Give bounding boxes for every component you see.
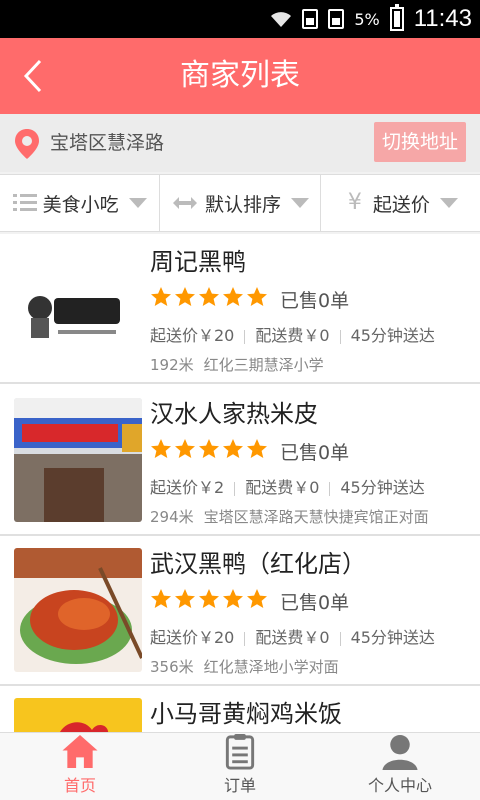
wifi-icon — [270, 10, 292, 28]
star-icon — [151, 439, 171, 458]
sim-card-icon — [328, 9, 345, 29]
yen-icon: ¥ — [347, 190, 362, 215]
caret-down-icon — [128, 198, 147, 208]
home-icon — [62, 734, 98, 769]
merchant-thumbnail — [14, 246, 142, 370]
star-icon — [223, 439, 243, 458]
sim-card-icon — [302, 9, 319, 29]
rating-stars — [150, 588, 268, 612]
min-order: 起送价￥2 — [150, 478, 225, 497]
delivery-time: 45分钟送达 — [350, 326, 435, 345]
swap-arrows-icon — [172, 197, 197, 209]
min-order: 起送价￥20 — [150, 326, 235, 345]
tab-home-label: 首页 — [63, 776, 96, 795]
delivery-info: 起送价￥20 配送费￥0 45分钟送达 — [150, 624, 435, 648]
status-bar: 5% 11:43 — [0, 0, 480, 38]
merchant-item[interactable]: 周记黑鸭 已售0单 起送价￥20 配送费￥0 45分钟送达 192米 红化三期慧泽小学 — [0, 234, 480, 384]
caret-down-icon — [439, 198, 458, 208]
merchant-name: 汉水人家热米皮 — [150, 400, 318, 428]
star-icon — [175, 287, 195, 306]
star-icon — [151, 287, 171, 306]
sold-count: 已售0单 — [280, 442, 350, 464]
bottom-nav: 首页 订单 个人中心 — [0, 732, 480, 800]
sold-count: 已售0单 — [280, 290, 350, 312]
delivery-fee: 配送费￥0 — [255, 326, 330, 345]
filter-category-label: 美食小吃 — [42, 193, 119, 216]
filter-min-price-label: 起送价 — [372, 193, 430, 216]
sold-count: 已售0单 — [280, 592, 350, 614]
battery-percent: 5% — [354, 9, 380, 29]
list-icon — [12, 194, 37, 211]
merchant-list[interactable]: 周记黑鸭 已售0单 起送价￥20 配送费￥0 45分钟送达 192米 红化三期慧泽小学… — [0, 234, 480, 732]
merchant-address: 356米 红化慧泽地小学对面 — [150, 656, 339, 677]
filter-sort[interactable]: 默认排序 — [160, 175, 321, 231]
star-icon — [247, 287, 267, 306]
filter-bar: 美食小吃 默认排序 ¥ 起送价 — [0, 174, 480, 232]
filter-category[interactable]: 美食小吃 — [0, 175, 161, 231]
star-icon — [175, 589, 195, 608]
delivery-fee: 配送费￥0 — [245, 478, 320, 497]
clock: 11:43 — [413, 5, 472, 32]
star-icon — [223, 589, 243, 608]
delivery-info: 起送价￥2 配送费￥0 45分钟送达 — [150, 474, 425, 498]
merchant-item[interactable]: 汉水人家热米皮 已售0单 起送价￥2 配送费￥0 45分钟送达 294米 宝塔区慧泽路… — [0, 384, 480, 536]
tab-orders-label: 订单 — [223, 776, 256, 795]
distance: 356米 — [150, 658, 194, 676]
merchant-item[interactable]: 小马哥黄焖鸡米饭 — [0, 686, 480, 732]
caret-down-icon — [291, 198, 309, 208]
merchant-thumbnail — [14, 398, 142, 522]
star-icon — [199, 589, 219, 608]
rating-stars — [150, 438, 268, 462]
star-icon — [223, 287, 243, 306]
star-icon — [247, 589, 267, 608]
user-icon — [382, 734, 418, 770]
merchant-name: 武汉黑鸭（红化店） — [150, 550, 366, 578]
current-address: 宝塔区慧泽路 — [50, 132, 165, 154]
address-text: 红化慧泽地小学对面 — [203, 658, 339, 676]
address-text: 红化三期慧泽小学 — [203, 356, 324, 374]
address-text: 宝塔区慧泽路天慧快捷宾馆正对面 — [203, 508, 429, 526]
distance: 192米 — [150, 356, 194, 374]
star-icon — [151, 589, 171, 608]
star-icon — [199, 439, 219, 458]
merchant-name: 小马哥黄焖鸡米饭 — [150, 700, 342, 728]
distance: 294米 — [150, 508, 194, 526]
rating-stars — [150, 286, 268, 310]
delivery-info: 起送价￥20 配送费￥0 45分钟送达 — [150, 322, 435, 346]
merchant-thumbnail — [14, 698, 142, 732]
battery-icon — [389, 4, 404, 31]
switch-address-button[interactable]: 切换地址 — [374, 122, 466, 162]
merchant-name: 周记黑鸭 — [150, 248, 246, 276]
merchant-address: 294米 宝塔区慧泽路天慧快捷宾馆正对面 — [150, 506, 429, 527]
tab-home[interactable]: 首页 — [0, 733, 160, 800]
filter-sort-label: 默认排序 — [204, 193, 281, 216]
star-icon — [247, 439, 267, 458]
filter-min-price[interactable]: ¥ 起送价 — [321, 175, 480, 231]
delivery-fee: 配送费￥0 — [255, 628, 330, 647]
tab-profile[interactable]: 个人中心 — [320, 733, 480, 800]
star-icon — [199, 287, 219, 306]
merchant-item[interactable]: 武汉黑鸭（红化店） 已售0单 起送价￥20 配送费￥0 45分钟送达 356米 红化慧… — [0, 536, 480, 686]
star-icon — [175, 439, 195, 458]
clipboard-icon — [225, 733, 255, 770]
tab-profile-label: 个人中心 — [367, 776, 432, 795]
delivery-time: 45分钟送达 — [340, 478, 425, 497]
page-title: 商家列表 — [180, 58, 300, 93]
location-pin-icon — [15, 129, 39, 159]
tab-orders[interactable]: 订单 — [160, 733, 320, 800]
delivery-time: 45分钟送达 — [350, 628, 435, 647]
title-bar: 商家列表 — [0, 38, 480, 114]
min-order: 起送价￥20 — [150, 628, 235, 647]
merchant-thumbnail — [14, 548, 142, 672]
location-bar: 宝塔区慧泽路 切换地址 — [0, 114, 480, 172]
merchant-address: 192米 红化三期慧泽小学 — [150, 354, 324, 375]
